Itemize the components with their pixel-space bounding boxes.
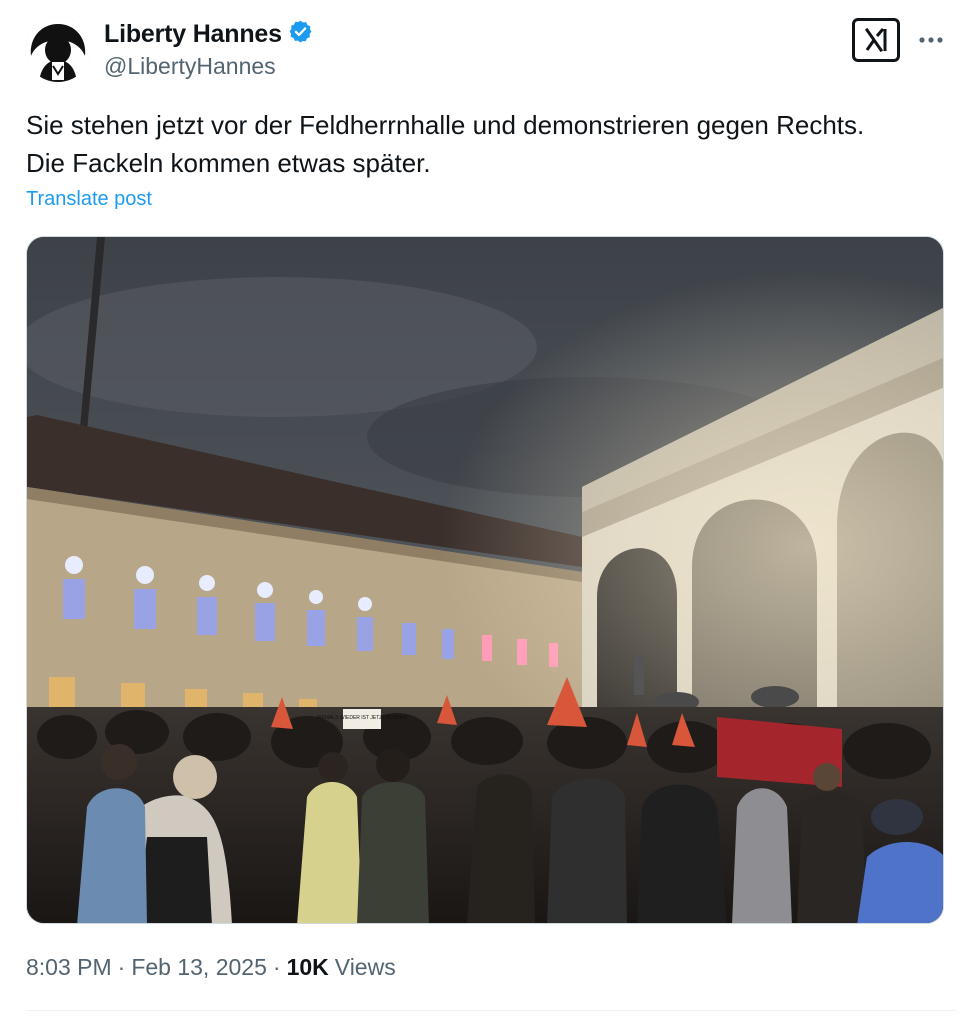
- more-dots-icon: [919, 37, 943, 43]
- demonstration-photo: NIEMALS WIEDER IST JETZT EUROPA: [27, 237, 943, 923]
- protest-sign-text: NIEMALS WIEDER IST JETZT EUROPA: [317, 715, 409, 721]
- verified-badge-icon[interactable]: [288, 19, 313, 49]
- tweet-text: Sie stehen jetzt vor der Feldherrnhalle …: [26, 106, 956, 182]
- tweet-meta: 8:03 PM · Feb 13, 2025 · 10K Views: [26, 954, 396, 981]
- tweet-text-line-1: Sie stehen jetzt vor der Feldherrnhalle …: [26, 110, 865, 140]
- meta-separator: ·: [272, 954, 281, 980]
- tweet-date[interactable]: Feb 13, 2025: [131, 954, 267, 981]
- avatar-image: [25, 16, 91, 82]
- divider: [26, 1010, 956, 1011]
- meta-separator: ·: [117, 954, 126, 980]
- author-handle[interactable]: @LibertyHannes: [104, 53, 276, 80]
- avatar[interactable]: [25, 16, 91, 82]
- author-display-name[interactable]: Liberty Hannes: [104, 20, 282, 49]
- views-count[interactable]: 10K: [287, 954, 329, 981]
- translate-post-link[interactable]: Translate post: [26, 188, 152, 211]
- grok-icon: [864, 27, 887, 53]
- tweet-time[interactable]: 8:03 PM: [26, 954, 112, 981]
- author-name-row[interactable]: Liberty Hannes: [104, 19, 313, 49]
- grok-button[interactable]: [852, 18, 900, 62]
- views-label: Views: [334, 954, 396, 980]
- tweet-media-photo[interactable]: NIEMALS WIEDER IST JETZT EUROPA: [26, 236, 944, 924]
- tweet-text-line-2: Die Fackeln kommen etwas später.: [26, 148, 431, 178]
- more-options-button[interactable]: [917, 26, 945, 54]
